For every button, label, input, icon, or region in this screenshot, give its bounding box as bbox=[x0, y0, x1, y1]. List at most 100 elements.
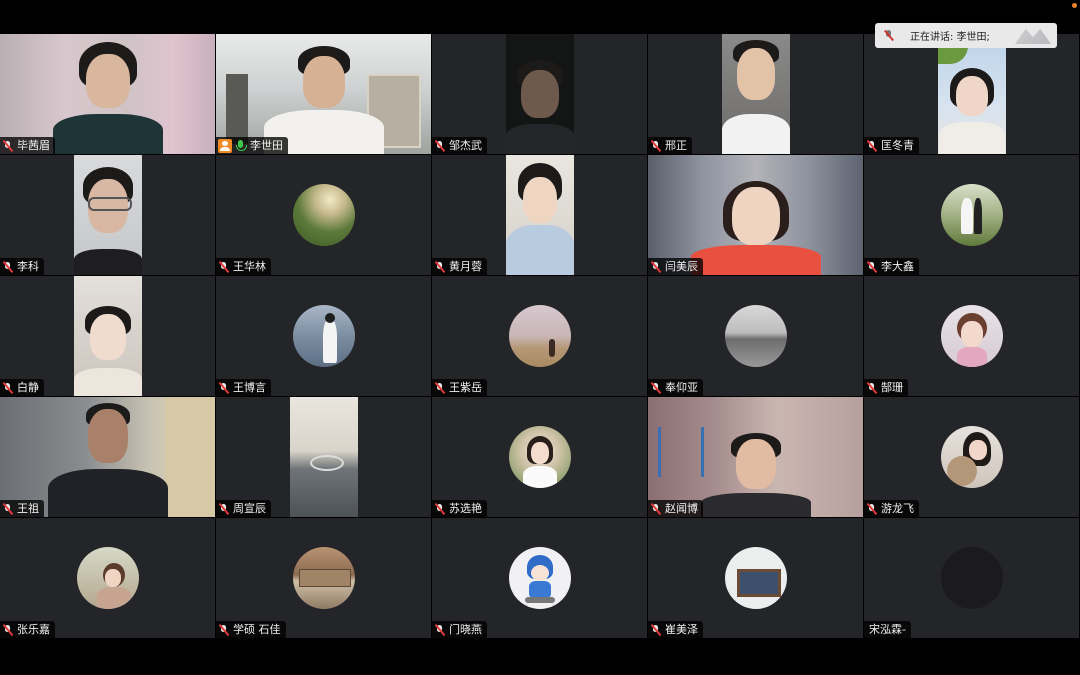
participant-name: 学硕 石佳 bbox=[233, 623, 281, 636]
name-tag: 郜珊 bbox=[864, 379, 908, 396]
mic-muted-icon bbox=[218, 503, 230, 515]
participant-name: 郜珊 bbox=[881, 381, 903, 394]
participant-name: 宋泓霖- bbox=[869, 623, 906, 636]
avatar bbox=[724, 305, 787, 367]
participant-name: 奉仰亚 bbox=[665, 381, 698, 394]
host-icon bbox=[218, 138, 232, 153]
mic-muted-icon bbox=[434, 382, 446, 394]
name-tag: 游龙飞 bbox=[864, 500, 919, 517]
video-grid: 毕茜眉 李世田 邹杰武 邢正 匡冬青 李科 王华林 黄月蓉 闫美辰 李大鑫 白静… bbox=[0, 34, 1080, 641]
participant-name: 周宣辰 bbox=[233, 502, 266, 515]
mic-muted-icon bbox=[2, 140, 14, 152]
participant-tile[interactable]: 黄月蓉 bbox=[432, 155, 647, 275]
participant-name: 毕茜眉 bbox=[17, 139, 50, 152]
avatar bbox=[940, 426, 1003, 488]
mic-muted-icon bbox=[866, 261, 878, 273]
video-feed bbox=[216, 34, 431, 154]
video-feed bbox=[505, 34, 574, 154]
name-tag: 王华林 bbox=[216, 258, 271, 275]
video-feed bbox=[648, 155, 863, 275]
mic-muted-icon bbox=[434, 503, 446, 515]
participant-tile[interactable]: 门晓燕 bbox=[432, 518, 647, 638]
name-tag: 奉仰亚 bbox=[648, 379, 703, 396]
mic-muted-icon bbox=[650, 140, 662, 152]
participant-tile[interactable]: 王紫岳 bbox=[432, 276, 647, 396]
participant-tile[interactable]: 匡冬青 bbox=[864, 34, 1079, 154]
participant-tile[interactable]: 邹杰武 bbox=[432, 34, 647, 154]
participant-tile[interactable]: 学硕 石佳 bbox=[216, 518, 431, 638]
name-tag: 邢正 bbox=[648, 137, 692, 154]
avatar bbox=[940, 184, 1003, 246]
mic-muted-icon bbox=[2, 503, 14, 515]
participant-tile[interactable]: 王华林 bbox=[216, 155, 431, 275]
name-tag: 王紫岳 bbox=[432, 379, 487, 396]
name-tag: 匡冬青 bbox=[864, 137, 919, 154]
name-tag: 闫美辰 bbox=[648, 258, 703, 275]
participant-tile[interactable]: 苏选艳 bbox=[432, 397, 647, 517]
video-feed bbox=[73, 155, 142, 275]
video-feed bbox=[505, 155, 574, 275]
name-tag: 张乐嘉 bbox=[0, 621, 55, 638]
participant-tile[interactable]: 张乐嘉 bbox=[0, 518, 215, 638]
video-feed bbox=[0, 34, 215, 154]
participant-name: 闫美辰 bbox=[665, 260, 698, 273]
participant-tile-active-speaker[interactable]: 李世田 bbox=[216, 34, 431, 154]
participant-name: 门晓燕 bbox=[449, 623, 482, 636]
participant-tile[interactable]: 奉仰亚 bbox=[648, 276, 863, 396]
avatar bbox=[292, 547, 355, 609]
participant-name: 王紫岳 bbox=[449, 381, 482, 394]
participant-tile[interactable]: 周宣辰 bbox=[216, 397, 431, 517]
participant-tile[interactable]: 宋泓霖- bbox=[864, 518, 1079, 638]
mic-muted-icon bbox=[650, 503, 662, 515]
video-feed bbox=[289, 397, 358, 517]
video-feed bbox=[648, 397, 863, 517]
name-tag: 学硕 石佳 bbox=[216, 621, 286, 638]
name-tag: 毕茜眉 bbox=[0, 137, 55, 154]
participant-tile[interactable]: 闫美辰 bbox=[648, 155, 863, 275]
active-speaker-indicator: 正在讲话: 李世田; bbox=[875, 23, 1057, 48]
name-tag: 王博言 bbox=[216, 379, 271, 396]
name-tag: 李世田 bbox=[216, 137, 288, 154]
participant-name: 李大鑫 bbox=[881, 260, 914, 273]
participant-tile[interactable]: 李大鑫 bbox=[864, 155, 1079, 275]
name-tag: 白静 bbox=[0, 379, 44, 396]
name-tag: 赵闻博 bbox=[648, 500, 703, 517]
avatar bbox=[292, 305, 355, 367]
name-tag: 苏选艳 bbox=[432, 500, 487, 517]
name-tag: 邹杰武 bbox=[432, 137, 487, 154]
name-tag: 李科 bbox=[0, 258, 44, 275]
mic-muted-icon bbox=[434, 261, 446, 273]
participant-tile[interactable]: 白静 bbox=[0, 276, 215, 396]
speaking-label: 正在讲话: 李世田; bbox=[910, 32, 990, 43]
participant-tile[interactable]: 李科 bbox=[0, 155, 215, 275]
participant-tile[interactable]: 郜珊 bbox=[864, 276, 1079, 396]
participant-tile[interactable]: 毕茜眉 bbox=[0, 34, 215, 154]
participant-tile[interactable]: 游龙飞 bbox=[864, 397, 1079, 517]
video-feed bbox=[0, 397, 215, 517]
avatar bbox=[940, 305, 1003, 367]
participant-tile[interactable]: 赵闻博 bbox=[648, 397, 863, 517]
avatar bbox=[508, 547, 571, 609]
status-dot bbox=[1072, 3, 1077, 8]
mic-muted-icon bbox=[2, 624, 14, 636]
participant-name: 李科 bbox=[17, 260, 39, 273]
participant-name: 张乐嘉 bbox=[17, 623, 50, 636]
avatar bbox=[724, 547, 787, 609]
participant-tile[interactable]: 王博言 bbox=[216, 276, 431, 396]
participant-tile[interactable]: 邢正 bbox=[648, 34, 863, 154]
avatar bbox=[508, 426, 571, 488]
mic-muted-icon bbox=[2, 261, 14, 273]
avatar bbox=[940, 547, 1003, 609]
mic-muted-icon bbox=[218, 624, 230, 636]
name-tag: 门晓燕 bbox=[432, 621, 487, 638]
participant-name: 崔美泽 bbox=[665, 623, 698, 636]
name-tag: 宋泓霖- bbox=[864, 621, 911, 638]
name-tag: 崔美泽 bbox=[648, 621, 703, 638]
participant-tile[interactable]: 王祖 bbox=[0, 397, 215, 517]
participant-name: 王祖 bbox=[17, 502, 39, 515]
participant-tile[interactable]: 崔美泽 bbox=[648, 518, 863, 638]
avatar bbox=[76, 547, 139, 609]
participant-name: 匡冬青 bbox=[881, 139, 914, 152]
participant-name: 王华林 bbox=[233, 260, 266, 273]
participant-name: 苏选艳 bbox=[449, 502, 482, 515]
